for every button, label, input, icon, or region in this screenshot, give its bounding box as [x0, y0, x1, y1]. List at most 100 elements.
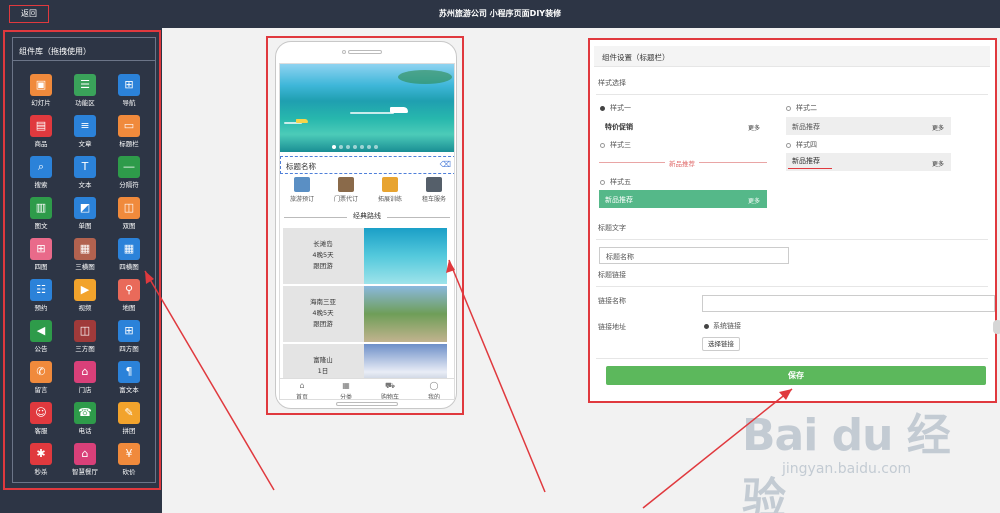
style-1-label[interactable]: 样式一	[610, 103, 631, 113]
component-label: 拼团	[122, 427, 136, 435]
component-title-bar[interactable]: ▭ 标题栏	[107, 115, 151, 156]
component-label: 图文	[34, 222, 48, 230]
component-reservation[interactable]: ☷ 预约	[19, 279, 63, 320]
component-three-horizontal-image[interactable]: ▦ 三横图	[63, 238, 107, 279]
component-label: 视频	[78, 304, 92, 312]
link-name-label: 链接名称	[598, 297, 626, 305]
slideshow-banner[interactable]	[280, 64, 454, 152]
nav-icon-row: 旅游预订 门票代订 拓展训练 租车服务	[280, 177, 454, 209]
section-header: 经典路线	[284, 211, 450, 223]
style-2-sample[interactable]: 新品推荐 更多	[786, 117, 951, 135]
component-feature-area[interactable]: ☰ 功能区	[63, 74, 107, 115]
navigation-icon: ⊞	[118, 74, 140, 96]
component-map[interactable]: ⚲ 地图	[107, 279, 151, 320]
style-4-sample[interactable]: 新品推荐 更多	[786, 153, 951, 171]
component-label: 幻灯片	[31, 99, 51, 107]
tab-home[interactable]: ⌂ 首页	[280, 379, 324, 399]
component-phone[interactable]: ☎ 电话	[63, 402, 107, 443]
style-3-radio[interactable]	[600, 143, 605, 148]
tab-category[interactable]: ▦ 分类	[324, 379, 368, 399]
single-image-icon: ◩	[74, 197, 96, 219]
system-link-label[interactable]: 系统链接	[713, 321, 741, 331]
component-label: 公告	[34, 345, 48, 353]
route-card[interactable]: 长滩岛 4晚5天 跟团游	[283, 228, 447, 284]
phone-preview-highlight: 标题名称 ⌫ 旅游预订门票代订 拓展训练 租车服务 经典路线 长滩岛 4晚5天 跟团游海…	[266, 36, 464, 415]
component-image-text[interactable]: ▥ 图文	[19, 197, 63, 238]
phone-icon: ☎	[74, 402, 96, 424]
style-3-label[interactable]: 样式三	[610, 140, 631, 150]
nav-icon-item[interactable]: 旅游预订	[280, 177, 324, 209]
component-text[interactable]: T 文本	[63, 156, 107, 197]
style-5-sample-more: 更多	[747, 198, 760, 205]
scrollbar-handle[interactable]	[993, 320, 1000, 334]
selected-title-bar[interactable]: 标题名称 ⌫	[280, 156, 454, 174]
component-flash-sale[interactable]: ✱ 秒杀	[19, 443, 63, 484]
divider	[596, 286, 988, 287]
flash-sale-icon: ✱	[30, 443, 52, 465]
style-2-label[interactable]: 样式二	[796, 103, 817, 113]
nav-icon-item[interactable]: 租车服务	[412, 177, 454, 209]
component-label: 四图	[34, 263, 48, 271]
style-2-radio[interactable]	[786, 106, 791, 111]
component-divider[interactable]: ― 分隔符	[107, 156, 151, 197]
component-store[interactable]: ⌂ 门店	[63, 361, 107, 402]
tab-cart[interactable]: ⛟ 购物车	[368, 379, 412, 399]
component-customer-service[interactable]: ☺ 客服	[19, 402, 63, 443]
nav-item-label: 门票代订	[333, 196, 358, 203]
component-four-square-image[interactable]: ⊞ 四方图	[107, 320, 151, 361]
component-slideshow[interactable]: ▣ 幻灯片	[19, 74, 63, 115]
tab-user[interactable]: ◯ 我的	[412, 379, 454, 399]
baidu-watermark: Bai du 经验 jingyan.baidu.com	[742, 397, 962, 513]
delete-icon[interactable]: ⌫	[440, 160, 451, 169]
component-rich-text[interactable]: ¶ 富文本	[107, 361, 151, 402]
component-article[interactable]: ≡ 文章	[63, 115, 107, 156]
bottom-tab-bar: ⌂ 首页 ▦ 分类 ⛟ 购物车 ◯ 我的	[280, 378, 454, 399]
style-1-sample[interactable]: 特价促销 更多	[599, 117, 767, 135]
style-5-sample-title: 新品推荐	[605, 196, 633, 204]
route-card[interactable]: 海南三亚 4晚5天 跟团游	[283, 286, 447, 342]
three-horizontal-image-icon: ▦	[74, 238, 96, 260]
route-line3: 跟团游	[313, 320, 333, 328]
announcement-icon: ◀	[30, 320, 52, 342]
product-icon: ▤	[30, 115, 52, 137]
style-5-label[interactable]: 样式五	[610, 177, 631, 187]
component-double-image[interactable]: ◫ 双图	[107, 197, 151, 238]
component-bargain[interactable]: ¥ 砍价	[107, 443, 151, 484]
component-three-square-image[interactable]: ◫ 三方图	[63, 320, 107, 361]
style-5-radio[interactable]	[600, 180, 605, 185]
component-library-title: 组件库（拖拽使用）	[19, 47, 91, 56]
component-label: 文章	[78, 140, 92, 148]
save-button[interactable]: 保存	[606, 366, 986, 385]
link-name-input[interactable]	[702, 295, 995, 312]
image-text-icon: ▥	[30, 197, 52, 219]
nav-icon-item[interactable]: 拓展训练	[368, 177, 412, 209]
feature-area-icon: ☰	[74, 74, 96, 96]
component-four-image[interactable]: ⊞ 四图	[19, 238, 63, 279]
component-product[interactable]: ▤ 商品	[19, 115, 63, 156]
system-link-radio[interactable]	[704, 324, 709, 329]
style-3-sample[interactable]: 新品推荐	[599, 153, 767, 171]
customer-service-icon: ☺	[30, 402, 52, 424]
component-search[interactable]: ⌕ 搜索	[19, 156, 63, 197]
component-label: 商品	[34, 140, 48, 148]
style-4-radio[interactable]	[786, 143, 791, 148]
nav-icon-item[interactable]: 门票代订	[324, 177, 368, 209]
link-address-label: 链接地址	[598, 323, 626, 331]
component-message[interactable]: ✆ 留言	[19, 361, 63, 402]
component-smart-restaurant[interactable]: ⌂ 智慧餐厅	[63, 443, 107, 484]
rich-text-icon: ¶	[118, 361, 140, 383]
style-5-sample[interactable]: 新品推荐 更多	[599, 190, 767, 208]
style-1-radio[interactable]	[600, 106, 605, 111]
component-four-horizontal-image[interactable]: ▦ 四横图	[107, 238, 151, 279]
banner-island	[398, 70, 452, 84]
route-line1: 长滩岛	[313, 240, 333, 248]
component-video[interactable]: ▶ 视频	[63, 279, 107, 320]
component-announcement[interactable]: ◀ 公告	[19, 320, 63, 361]
select-link-button[interactable]: 选择链接	[702, 337, 740, 351]
style-4-label[interactable]: 样式四	[796, 140, 817, 150]
title-text-input[interactable]: 标题名称	[599, 247, 789, 264]
component-single-image[interactable]: ◩ 单图	[63, 197, 107, 238]
component-group-buy[interactable]: ✎ 拼团	[107, 402, 151, 443]
component-navigation[interactable]: ⊞ 导航	[107, 74, 151, 115]
smart-restaurant-icon: ⌂	[74, 443, 96, 465]
